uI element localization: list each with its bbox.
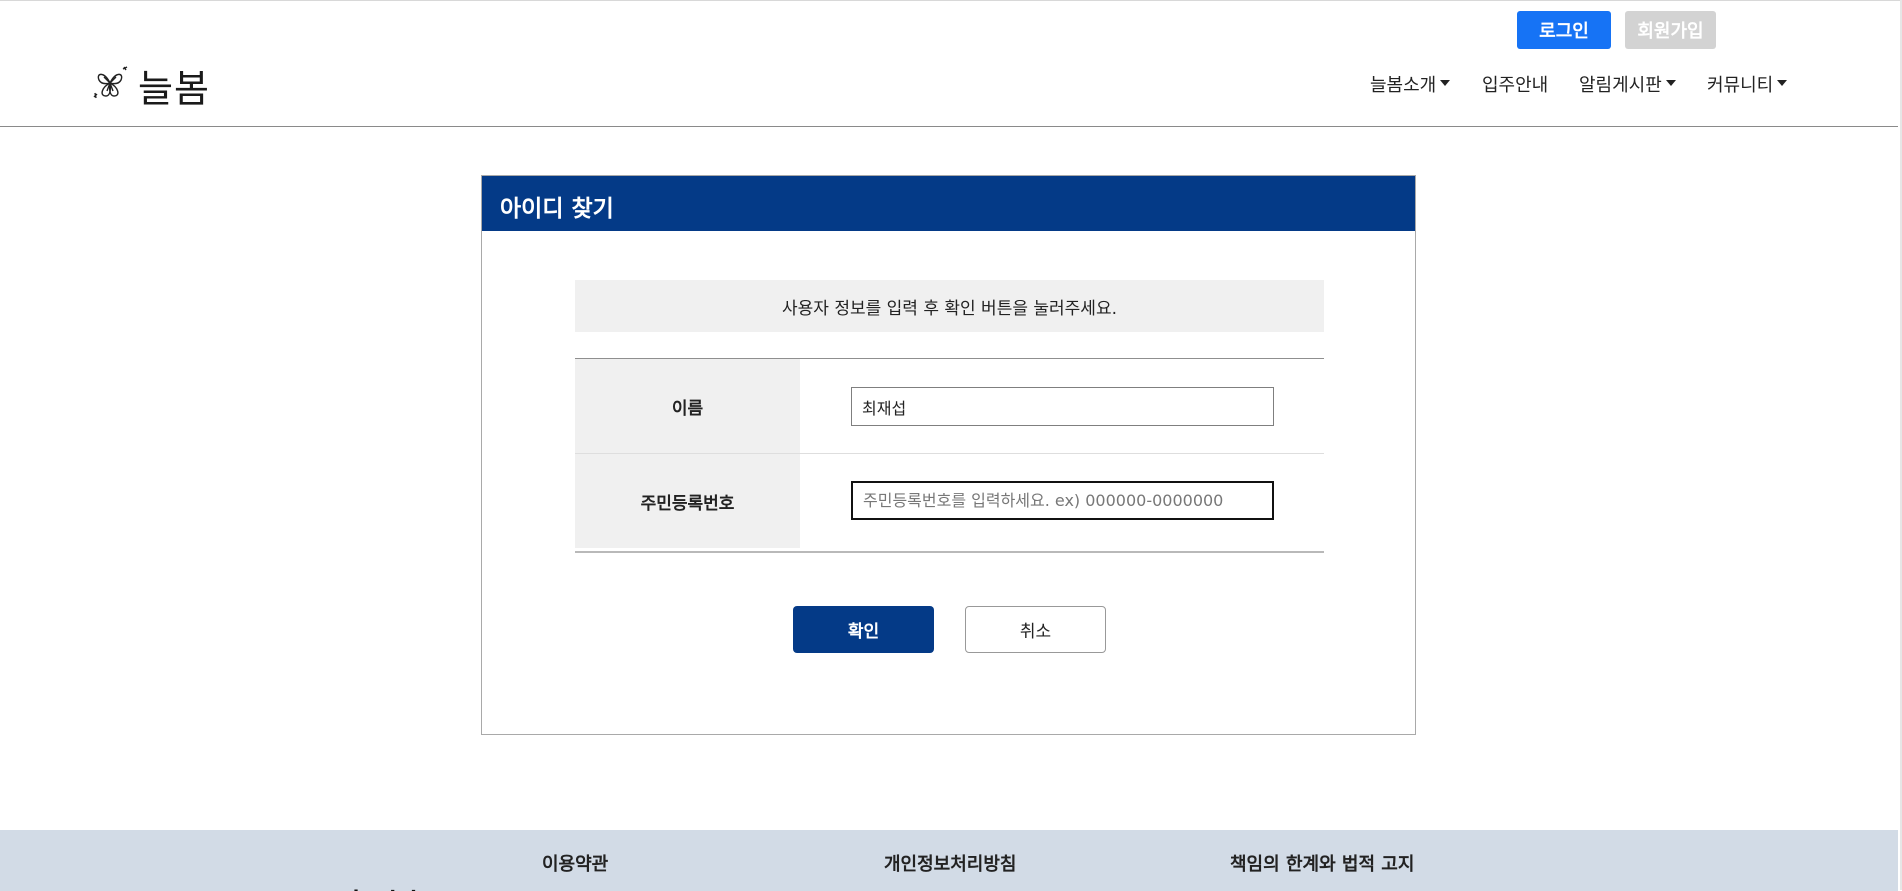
clover-flower-icon	[90, 63, 130, 107]
nav-label: 늘봄소개	[1370, 75, 1437, 96]
panel-title: 아이디 찾기	[500, 196, 614, 222]
name-label: 이름	[575, 359, 800, 453]
site-logo[interactable]: 늘봄	[90, 61, 210, 111]
caret-down-icon	[1440, 80, 1451, 86]
nav-item-notice-board[interactable]: 알림게시판	[1579, 71, 1676, 97]
name-input[interactable]	[851, 387, 1274, 426]
footer: 이용약관 개인정보처리방침 책임의 한계와 법적 고지 늘봄	[0, 830, 1898, 891]
footer-link-privacy[interactable]: 개인정보처리방침	[884, 850, 1016, 876]
panel-header: 아이디 찾기	[482, 176, 1415, 231]
instruction-notice: 사용자 정보를 입력 후 확인 버튼을 눌러주세요.	[575, 280, 1324, 332]
footer-link-liability[interactable]: 책임의 한계와 법적 고지	[1230, 850, 1414, 876]
cancel-button[interactable]: 취소	[965, 606, 1106, 653]
user-info-form: 이름 주민등록번호	[575, 358, 1324, 553]
footer-logo-text: 늘봄	[348, 876, 422, 891]
nav-item-move-in[interactable]: 입주안내	[1482, 71, 1548, 97]
caret-down-icon	[1665, 80, 1676, 86]
page: 로그인 회원가입 늘봄 늘봄소개 입주안내 알림게시판 커뮤니티 아이디 찾기 …	[0, 0, 1900, 891]
form-row-rrn: 주민등록번호	[575, 454, 1324, 548]
nav-label: 알림게시판	[1579, 75, 1662, 96]
rrn-label: 주민등록번호	[575, 454, 800, 548]
nav-label: 커뮤니티	[1707, 75, 1774, 96]
rrn-input[interactable]	[851, 481, 1274, 520]
nav-item-community[interactable]: 커뮤니티	[1707, 71, 1788, 97]
logo-text: 늘봄	[138, 66, 210, 111]
header-divider	[0, 126, 1898, 127]
form-row-name: 이름	[575, 359, 1324, 454]
nav-item-about[interactable]: 늘봄소개	[1370, 71, 1451, 97]
nav-label: 입주안내	[1482, 75, 1549, 96]
signup-button[interactable]: 회원가입	[1625, 11, 1716, 49]
footer-logo: 늘봄	[298, 876, 422, 891]
footer-link-terms[interactable]: 이용약관	[542, 850, 608, 876]
find-id-panel: 아이디 찾기 사용자 정보를 입력 후 확인 버튼을 눌러주세요. 이름 주민등…	[481, 175, 1416, 735]
caret-down-icon	[1777, 80, 1788, 86]
login-button[interactable]: 로그인	[1517, 11, 1611, 49]
confirm-button[interactable]: 확인	[793, 606, 934, 653]
